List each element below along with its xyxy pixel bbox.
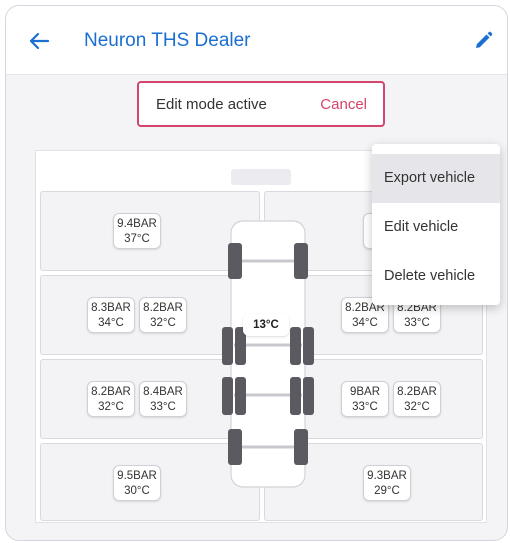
tire-pressure: 9.4BAR [117,218,157,230]
tire-icon [290,377,301,415]
menu-item-export-vehicle[interactable]: Export vehicle [372,154,500,203]
tire-reading[interactable]: 9.5BAR 30°C [113,465,161,501]
menu-item-delete-vehicle[interactable]: Delete vehicle [372,252,500,301]
tire-icon [290,327,301,365]
tire-pressure: 8.2BAR [397,386,437,398]
tire-reading[interactable]: 9.4BAR 37°C [113,213,161,249]
tire-temp: 33°C [150,401,176,413]
tire-icon [294,243,308,279]
tire-temp: 33°C [352,401,378,413]
tire-reading[interactable]: 8.3BAR 34°C [87,297,135,333]
tire-temp: 32°C [404,401,430,413]
cabin-temperature: 13°C [243,314,289,336]
panel-tab-placeholder [231,169,291,185]
tire-temp: 32°C [150,317,176,329]
tire-reading[interactable]: 8.2BAR 32°C [87,381,135,417]
tire-temp: 29°C [374,485,400,497]
truck-diagram [222,220,314,488]
tire-temp: 32°C [98,401,124,413]
tire-icon [235,377,246,415]
tire-pressure: 8.3BAR [91,302,131,314]
tire-icon [228,243,242,279]
app-window: Neuron THS Dealer Edit mode active Cance… [5,5,508,541]
pencil-icon[interactable] [472,30,494,52]
tire-pressure: 9.5BAR [117,470,157,482]
tire-pressure: 9.3BAR [367,470,407,482]
tire-reading[interactable]: 8.2BAR 32°C [393,381,441,417]
menu-item-edit-vehicle[interactable]: Edit vehicle [372,203,500,252]
cancel-button[interactable]: Cancel [320,96,367,113]
tire-temp: 34°C [98,317,124,329]
tire-icon [222,377,233,415]
tire-reading[interactable]: 9BAR 33°C [341,381,389,417]
edit-mode-banner: Edit mode active Cancel [137,81,385,127]
tire-reading[interactable]: 8.2BAR 32°C [139,297,187,333]
vehicle-options-menu: Export vehicle Edit vehicle Delete vehic… [372,144,500,305]
tire-icon [222,327,233,365]
tire-temp: 30°C [124,485,150,497]
tire-icon [303,327,314,365]
tire-temp: 33°C [404,317,430,329]
tire-temp: 37°C [124,233,150,245]
edit-mode-label: Edit mode active [156,96,267,113]
app-bar: Neuron THS Dealer [6,6,507,75]
tire-icon [303,377,314,415]
tire-reading[interactable]: 8.4BAR 33°C [139,381,187,417]
page-title: Neuron THS Dealer [84,30,251,51]
tire-pressure: 8.2BAR [143,302,183,314]
tire-pressure: 9BAR [349,386,381,398]
tire-icon [294,429,308,465]
arrow-left-icon[interactable] [28,31,50,51]
tire-icon [228,429,242,465]
tire-pressure: 8.4BAR [143,386,183,398]
tire-pressure: 8.2BAR [91,386,131,398]
tire-reading[interactable]: 9.3BAR 29°C [363,465,411,501]
tire-temp: 34°C [352,317,378,329]
